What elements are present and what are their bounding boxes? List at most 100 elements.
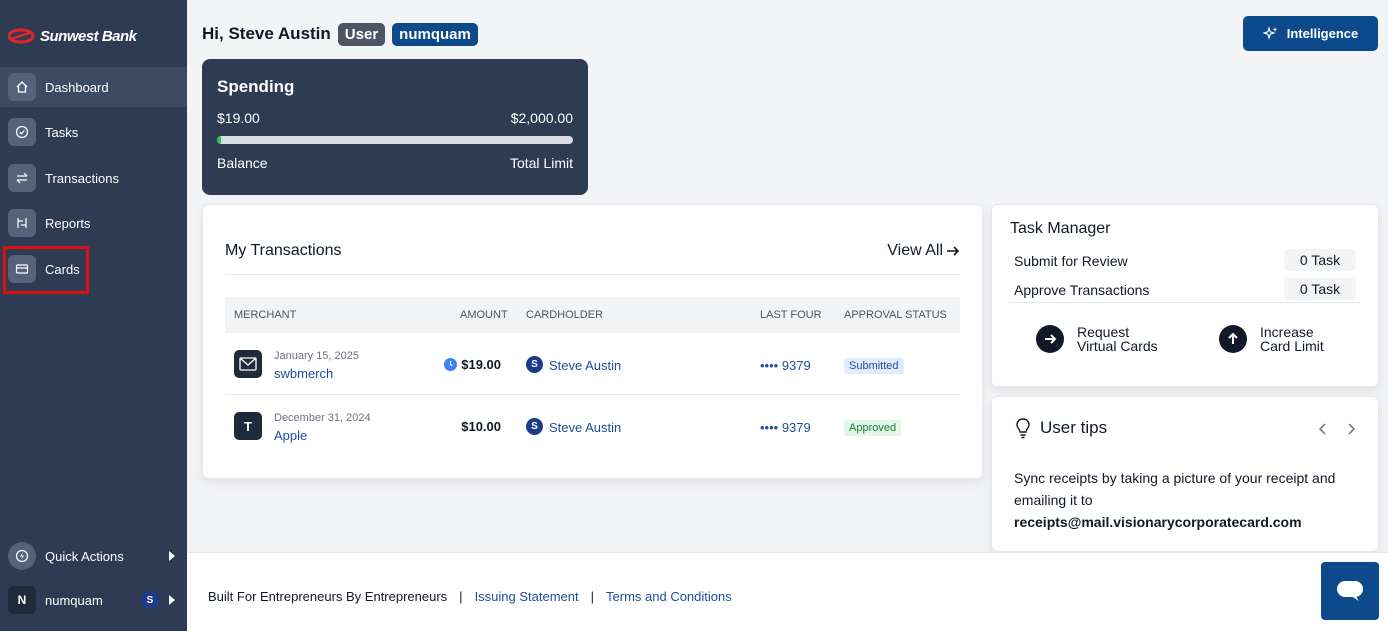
status-badge: Approved: [844, 420, 902, 436]
column-header-cardholder: CARDHOLDER: [526, 309, 604, 321]
chat-icon: [1337, 581, 1363, 601]
task-manager-title: Task Manager: [1010, 220, 1111, 237]
lightning-icon: [8, 542, 36, 570]
user-tips-panel: User tips Sync receipts by taking a pict…: [991, 396, 1379, 552]
table-row[interactable]: January 15, 2025 swbmerch $19.00 S Steve…: [225, 333, 960, 395]
merchant-link[interactable]: Apple: [274, 428, 307, 443]
transactions-panel: My Transactions View All MERCHANT AMOUNT…: [202, 204, 983, 479]
intelligence-label: Intelligence: [1286, 26, 1359, 41]
chat-button[interactable]: [1321, 562, 1379, 620]
request-virtual-cards-button[interactable]: Request Virtual Cards: [1036, 325, 1158, 353]
status-badge: Submitted: [844, 358, 904, 374]
spending-progress-bar: [217, 136, 573, 144]
sidebar-item-label: Reports: [45, 215, 91, 231]
task-count: 0 Task: [1284, 249, 1356, 271]
terms-link[interactable]: Terms and Conditions: [606, 589, 732, 604]
task-label: Submit for Review: [1014, 253, 1128, 269]
user-tips-text: Sync receipts by taking a picture of you…: [1014, 470, 1336, 508]
action-label-line2: Virtual Cards: [1077, 338, 1158, 354]
transaction-date: December 31, 2024: [274, 412, 371, 424]
spending-title: Spending: [217, 77, 295, 96]
view-all-link[interactable]: View All: [887, 242, 960, 260]
cards-highlight-box: [3, 246, 89, 294]
transaction-amount: $19.00: [444, 357, 501, 372]
spending-card: Spending $19.00 $2,000.00 Balance Total …: [202, 59, 588, 195]
greeting: Hi, Steve Austin: [202, 24, 331, 43]
last-four: •••• 9379: [760, 420, 811, 435]
action-label-line2: Card Limit: [1260, 338, 1324, 354]
sidebar-item-tasks[interactable]: Tasks: [0, 112, 187, 152]
clock-icon: [444, 358, 458, 371]
task-count: 0 Task: [1284, 278, 1356, 300]
receipts-email: receipts@mail.visionarycorporatecard.com: [1014, 514, 1302, 530]
transaction-date: January 15, 2025: [274, 350, 360, 362]
limit-amount: $2,000.00: [510, 110, 573, 126]
divider: [225, 274, 960, 275]
swap-icon: [8, 164, 36, 192]
arrow-up-circle-icon: [1219, 325, 1247, 353]
limit-label: Total Limit: [509, 155, 573, 171]
sparkle-icon: [1262, 25, 1278, 40]
brand-logo[interactable]: Sunwest Bank: [8, 24, 137, 48]
sidebar-item-label: Tasks: [45, 124, 79, 140]
balance-label: Balance: [217, 155, 268, 171]
divider: [1010, 302, 1360, 303]
issuing-statement-link[interactable]: Issuing Statement: [475, 589, 579, 604]
chevron-right-icon: [169, 551, 175, 561]
sidebar-item-dashboard[interactable]: Dashboard: [0, 67, 187, 107]
account-name: numquam: [45, 592, 103, 608]
task-row-approve-transactions[interactable]: Approve Transactions 0 Task: [1014, 278, 1356, 300]
chevron-right-icon: [169, 595, 175, 605]
sidebar-item-label: Dashboard: [45, 79, 109, 95]
sidebar-item-reports[interactable]: Reports: [0, 203, 187, 243]
user-tips-title: User tips: [1040, 418, 1108, 437]
quick-actions-label: Quick Actions: [45, 548, 124, 564]
tips-pagination: [1318, 422, 1356, 436]
footer-separator: |: [459, 589, 463, 604]
mail-icon: [234, 350, 262, 378]
org-pill: numquam: [392, 22, 478, 46]
task-row-submit-review[interactable]: Submit for Review 0 Task: [1014, 249, 1356, 271]
user-tips-body: Sync receipts by taking a picture of you…: [1014, 467, 1358, 533]
footer-tagline: Built For Entrepreneurs By Entrepreneurs: [208, 589, 448, 604]
footer-links: Built For Entrepreneurs By Entrepreneurs…: [208, 589, 732, 604]
action-label: Request Virtual Cards: [1077, 325, 1158, 353]
amount-value: $10.00: [461, 419, 501, 434]
quick-actions[interactable]: Quick Actions: [0, 536, 187, 576]
chevron-left-icon[interactable]: [1318, 422, 1328, 436]
increase-card-limit-button[interactable]: Increase Card Limit: [1219, 325, 1324, 353]
lightbulb-icon: [1016, 418, 1030, 439]
task-manager-panel: Task Manager Submit for Review 0 Task Ap…: [991, 204, 1379, 387]
reports-icon: [8, 209, 36, 237]
account-switcher[interactable]: N numquam S: [0, 580, 187, 620]
transactions-title: My Transactions: [225, 242, 342, 259]
column-header-last-four: LAST FOUR: [760, 309, 822, 321]
arrow-right-icon: [947, 246, 960, 256]
table-row[interactable]: T December 31, 2024 Apple $10.00 S Steve…: [225, 395, 960, 457]
footer: Built For Entrepreneurs By Entrepreneurs…: [187, 552, 1388, 631]
table-header: MERCHANT AMOUNT CARDHOLDER LAST FOUR APP…: [225, 297, 960, 333]
cardholder-link[interactable]: Steve Austin: [549, 358, 621, 373]
sidebar-item-transactions[interactable]: Transactions: [0, 158, 187, 198]
sidebar: Sunwest Bank Dashboard Tasks Transaction…: [0, 0, 187, 631]
home-icon: [8, 73, 36, 101]
column-header-amount: AMOUNT: [460, 309, 508, 321]
spending-labels: Balance Total Limit: [217, 155, 573, 171]
account-avatar: N: [8, 586, 36, 614]
cardholder-link[interactable]: Steve Austin: [549, 420, 621, 435]
user-tips-header: User tips: [1014, 417, 1107, 439]
view-all-label: View All: [887, 242, 943, 259]
merchant-link[interactable]: swbmerch: [274, 366, 333, 381]
sunwest-logo-icon: [8, 28, 35, 44]
intelligence-button[interactable]: Intelligence: [1243, 16, 1378, 51]
spending-progress-fill: [217, 136, 222, 144]
account-badge: S: [141, 591, 159, 609]
last-four: •••• 9379: [760, 358, 811, 373]
chevron-right-icon[interactable]: [1346, 422, 1356, 436]
cardholder-avatar: S: [526, 356, 543, 373]
column-header-merchant: MERCHANT: [234, 309, 297, 321]
transaction-amount: $10.00: [461, 419, 501, 434]
footer-separator: |: [590, 589, 595, 604]
cardholder-avatar: S: [526, 418, 543, 435]
amount-value: $19.00: [461, 357, 501, 372]
